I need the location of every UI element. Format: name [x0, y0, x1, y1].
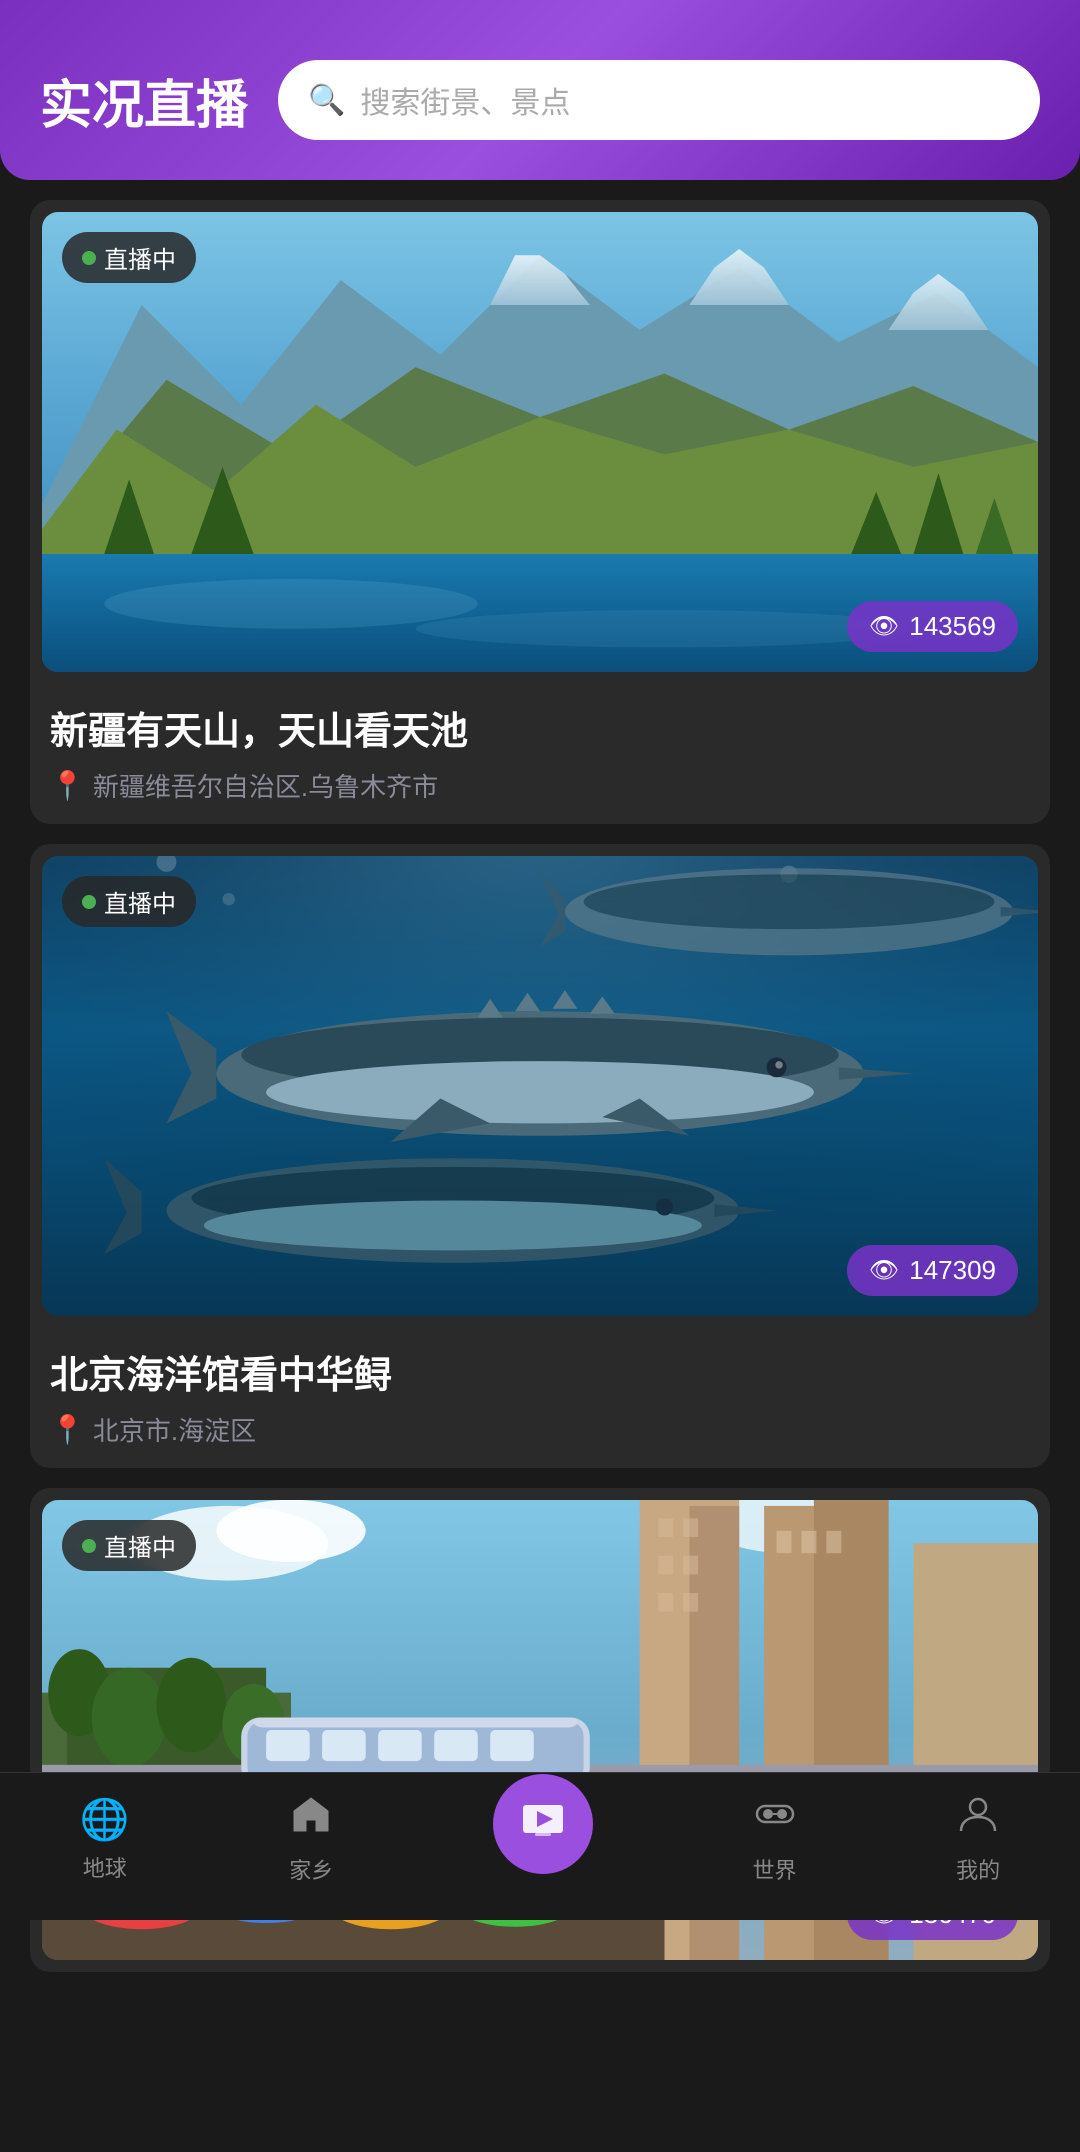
card-title-2: 北京海洋馆看中华鲟: [50, 1344, 1030, 1399]
user-icon: [957, 1793, 999, 1845]
header-top: 实况直播 🔍 搜索街景、景点: [40, 60, 1040, 140]
card-info-2: 北京海洋馆看中华鲟 📍 北京市.海淀区: [30, 1328, 1050, 1468]
live-dot-3: [82, 1539, 96, 1553]
search-bar[interactable]: 🔍 搜索街景、景点: [278, 60, 1040, 140]
search-input[interactable]: 搜索街景、景点: [360, 78, 570, 122]
location-text-2: 北京市.海淀区: [93, 1411, 256, 1448]
location-pin-2: 📍: [50, 1413, 85, 1446]
card-info-1: 新疆有天山，天山看天池 📍 新疆维吾尔自治区.乌鲁木齐市: [30, 684, 1050, 824]
earth-icon: 🌐: [80, 1796, 130, 1843]
card-title-1: 新疆有天山，天山看天池: [50, 700, 1030, 755]
live-label-1: 直播中: [104, 240, 176, 275]
live-badge-1: 直播中: [62, 232, 196, 283]
view-count-1: 👁 143569: [847, 601, 1018, 652]
nav-label-earth: 地球: [83, 1851, 127, 1883]
card-image-wrapper-2: 直播中 👁 147309: [42, 856, 1038, 1316]
card-location-2: 📍 北京市.海淀区: [50, 1411, 1030, 1448]
nav-item-home[interactable]: 家乡: [289, 1793, 333, 1885]
nav-label-me: 我的: [956, 1853, 1000, 1885]
eye-icon-2: 👁: [869, 1256, 899, 1285]
card-mountains[interactable]: 直播中 👁 143569 新疆有天山，天山看天池 📍 新疆维吾尔自治区.乌鲁木齐…: [30, 200, 1050, 824]
nav-item-live[interactable]: [493, 1804, 593, 1874]
live-dot-1: [82, 251, 96, 265]
location-pin-1: 📍: [50, 769, 85, 802]
home-icon: [290, 1793, 332, 1845]
live-dot-2: [82, 895, 96, 909]
app-title: 实况直播: [40, 63, 248, 138]
view-number-2: 147309: [909, 1255, 996, 1286]
nav-item-world[interactable]: 世界: [753, 1793, 797, 1885]
tv-icon: [519, 1795, 567, 1853]
eye-icon-1: 👁: [869, 612, 899, 641]
card-fish[interactable]: 直播中 👁 147309 北京海洋馆看中华鲟 📍 北京市.海淀区: [30, 844, 1050, 1468]
view-number-1: 143569: [909, 611, 996, 642]
live-label-2: 直播中: [104, 884, 176, 919]
header: 实况直播 🔍 搜索街景、景点: [0, 0, 1080, 180]
card-location-1: 📍 新疆维吾尔自治区.乌鲁木齐市: [50, 767, 1030, 804]
bottom-navigation: 🌐 地球 家乡: [0, 1772, 1080, 1920]
vr-icon: [754, 1793, 796, 1845]
card-image-wrapper: 直播中 👁 143569: [42, 212, 1038, 672]
location-text-1: 新疆维吾尔自治区.乌鲁木齐市: [93, 767, 438, 804]
nav-item-me[interactable]: 我的: [956, 1793, 1000, 1885]
nav-label-world: 世界: [753, 1853, 797, 1885]
nav-label-home: 家乡: [289, 1853, 333, 1885]
live-badge-3: 直播中: [62, 1520, 196, 1571]
live-center-button[interactable]: [493, 1774, 593, 1874]
search-icon: 🔍: [308, 83, 345, 118]
nav-item-earth[interactable]: 🌐 地球: [80, 1796, 130, 1883]
view-count-2: 👁 147309: [847, 1245, 1018, 1296]
live-badge-2: 直播中: [62, 876, 196, 927]
live-label-3: 直播中: [104, 1528, 176, 1563]
